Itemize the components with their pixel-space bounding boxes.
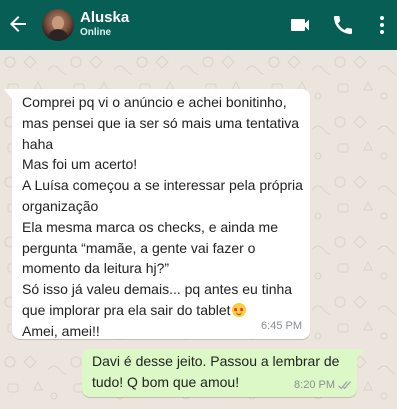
contact-info[interactable]: Aluska Online	[80, 9, 129, 39]
whatsapp-chat-screen: Aluska Online Comprei pq vi o anúncio e …	[0, 0, 397, 409]
double-check-icon	[338, 381, 351, 390]
contact-name: Aluska	[80, 9, 130, 26]
chat-header: Aluska Online	[0, 0, 397, 50]
arrow-left-icon[interactable]	[6, 12, 30, 36]
message-timestamp: 6:45 PM	[261, 320, 302, 332]
message-area[interactable]: Comprei pq vi o anúncio e achei bonitinh…	[0, 50, 397, 409]
more-vertical-icon[interactable]	[370, 13, 394, 37]
message-timestamp: 8:20 PM	[294, 379, 335, 391]
contact-status: Online	[80, 27, 112, 38]
video-call-icon[interactable]	[288, 13, 312, 37]
phone-icon[interactable]	[331, 13, 355, 37]
incoming-message-bubble[interactable]: Comprei pq vi o anúncio e achei bonitinh…	[4, 89, 310, 339]
outgoing-message-bubble[interactable]: Davi é desse jeito. Passou a lembrar de …	[82, 349, 365, 397]
message-text: Comprei pq vi o anúncio e achei bonitinh…	[22, 94, 303, 339]
smiling-face-with-hearts-emoji	[231, 302, 246, 317]
bubble-tail	[4, 89, 12, 99]
avatar[interactable]	[42, 9, 74, 41]
bubble-tail	[357, 349, 365, 359]
